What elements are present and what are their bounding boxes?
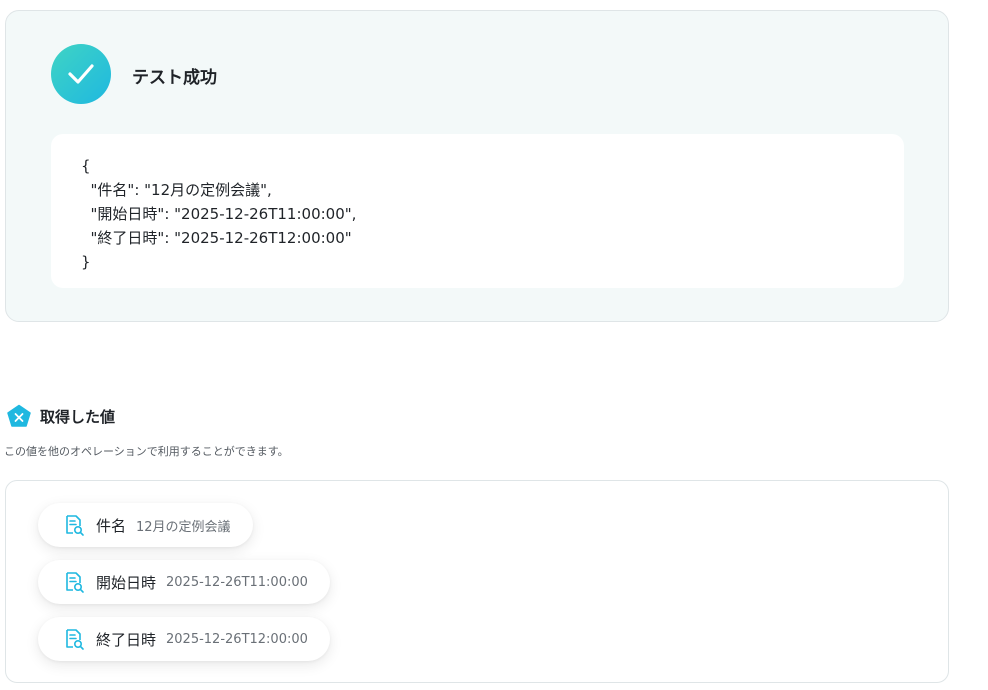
value-text: 12月の定例会議 — [136, 519, 231, 535]
json-output-box: { "件名": "12月の定例会議", "開始日時": "2025-12-26T… — [51, 134, 904, 288]
obtained-values-panel: 件名 12月の定例会議 開始日時 2025-12-26T11:00:00 終了日… — [5, 480, 949, 683]
success-title: テスト成功 — [132, 68, 217, 88]
value-chip-end-datetime[interactable]: 終了日時 2025-12-26T12:00:00 — [38, 617, 330, 661]
value-text: 2025-12-26T11:00:00 — [166, 574, 308, 590]
value-text: 2025-12-26T12:00:00 — [166, 631, 308, 647]
document-search-icon — [62, 513, 86, 537]
value-chip-start-datetime[interactable]: 開始日時 2025-12-26T11:00:00 — [38, 560, 330, 604]
document-search-icon — [62, 627, 86, 651]
x-hexagon-icon — [6, 404, 32, 428]
value-chip-subject[interactable]: 件名 12月の定例会議 — [38, 503, 253, 547]
test-success-panel: テスト成功 { "件名": "12月の定例会議", "開始日時": "2025-… — [5, 10, 949, 322]
check-icon — [51, 44, 111, 104]
value-key: 開始日時 — [96, 573, 157, 592]
obtained-values-title: 取得した値 — [40, 407, 116, 426]
json-output-text: { "件名": "12月の定例会議", "開始日時": "2025-12-26T… — [81, 157, 357, 271]
document-search-icon — [62, 570, 86, 594]
obtained-values-description: この値を他のオペレーションで利用することができます。 — [4, 445, 289, 458]
value-key: 終了日時 — [96, 630, 157, 649]
obtained-values-header: 取得した値 — [6, 404, 115, 428]
value-key: 件名 — [96, 516, 127, 535]
